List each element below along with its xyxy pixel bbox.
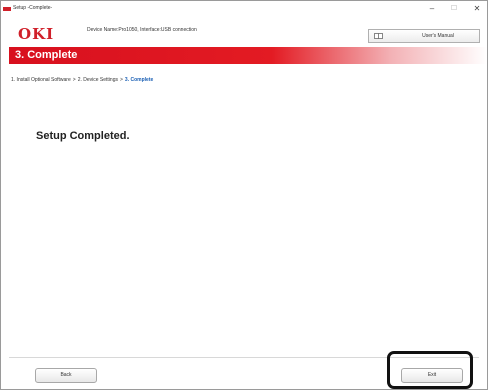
- step-banner: 3. Complete: [9, 47, 487, 64]
- step-title: 3. Complete: [15, 49, 78, 61]
- back-button[interactable]: Back: [35, 368, 97, 383]
- app-icon: [3, 7, 11, 11]
- footer-divider: [9, 357, 479, 358]
- window-title: Setup -Complete-: [13, 5, 53, 11]
- book-icon: [374, 33, 383, 39]
- breadcrumb-step-1: 1. Install Optional Software: [11, 77, 71, 83]
- users-manual-button[interactable]: User's Manual: [368, 29, 480, 43]
- breadcrumb-step-3: 3. Complete: [124, 77, 154, 83]
- device-info: Device Name:Pro1050, Interface:USB conne…: [87, 27, 197, 33]
- users-manual-label: User's Manual: [422, 33, 454, 39]
- oki-logo: OKI: [18, 25, 55, 43]
- setup-window: Setup -Complete- – ☐ ✕ OKI Device Name:P…: [0, 0, 488, 390]
- breadcrumb-separator: >: [72, 77, 76, 83]
- setup-completed-message: Setup Completed.: [36, 130, 130, 142]
- title-bar: Setup -Complete- – ☐ ✕: [1, 1, 487, 17]
- breadcrumb-step-2: 2. Device Settings: [77, 77, 118, 83]
- maximize-button[interactable]: ☐: [447, 4, 461, 14]
- exit-button[interactable]: Exit: [401, 368, 463, 383]
- header: OKI Device Name:Pro1050, Interface:USB c…: [1, 17, 487, 45]
- breadcrumb-separator: >: [120, 77, 123, 83]
- minimize-button[interactable]: –: [425, 4, 439, 14]
- close-button[interactable]: ✕: [470, 4, 484, 14]
- breadcrumb: 1. Install Optional Software >2. Device S…: [11, 76, 153, 84]
